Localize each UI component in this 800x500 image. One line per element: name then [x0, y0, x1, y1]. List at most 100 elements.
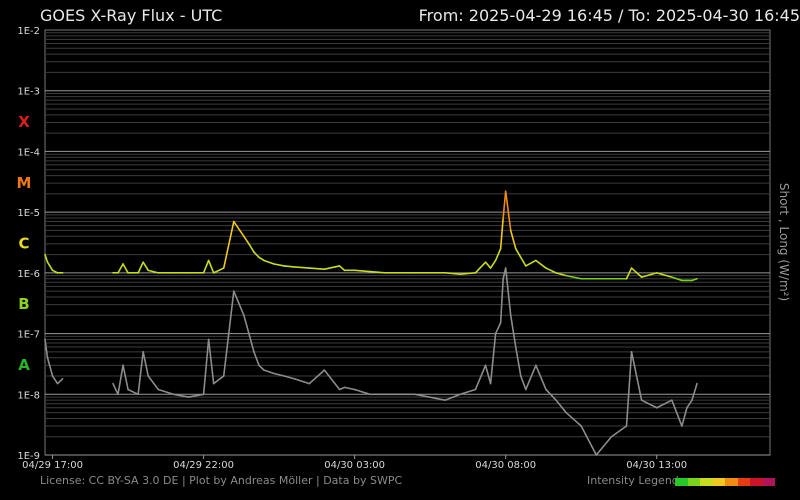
short-series-segment	[509, 314, 517, 348]
long-series-segment	[519, 256, 527, 267]
short-series-segment	[243, 314, 250, 335]
long-series-segment	[509, 229, 517, 250]
short-series-segment	[595, 435, 613, 456]
legend-swatch	[737, 478, 750, 486]
long-series-segment	[535, 259, 547, 269]
long-series-segment	[504, 190, 512, 232]
long-series-segment	[323, 265, 341, 270]
short-series-segment	[253, 351, 260, 367]
short-series-segment	[499, 277, 504, 324]
long-series-segment	[202, 259, 210, 274]
y-tick-label: 1E-7	[17, 330, 40, 341]
short-series-segment	[323, 369, 341, 391]
long-series-segment	[122, 263, 129, 274]
legend-swatch	[687, 478, 700, 486]
short-series-segment	[474, 364, 487, 391]
long-series-segment	[625, 267, 633, 280]
long-series-segment	[137, 261, 144, 274]
long-series-segment	[489, 259, 497, 269]
short-series-segment	[545, 388, 557, 401]
x-tick-label: 04/30 03:00	[324, 460, 385, 470]
long-series-segment	[525, 259, 537, 267]
legend-swatch	[712, 478, 725, 486]
short-series-segment	[681, 406, 688, 427]
short-series-segment	[610, 425, 628, 438]
short-series-segment	[494, 322, 502, 335]
short-series-segment	[233, 290, 245, 317]
short-series-segment	[127, 388, 139, 396]
flare-class-a: A	[18, 356, 30, 374]
y-tick-label: 1E-8	[17, 390, 40, 401]
short-series-segment	[308, 369, 326, 385]
long-series-segment	[484, 261, 492, 269]
x-tick-label: 04/30 08:00	[475, 460, 536, 470]
short-series-segment	[353, 388, 371, 396]
long-series-segment	[640, 272, 658, 278]
intensity-legend-bar	[675, 478, 775, 486]
xray-flux-chart: 1E-21E-31E-41E-51E-61E-71E-81E-9XMCBA04/…	[17, 26, 791, 470]
legend-swatch	[675, 478, 688, 486]
short-series-segment	[46, 356, 54, 377]
short-series-segment	[293, 377, 311, 385]
short-series-segment	[525, 364, 537, 391]
long-series-segment	[283, 265, 296, 268]
short-series-segment	[202, 338, 210, 396]
y-tick-label: 1E-2	[17, 26, 40, 37]
long-series-segment	[273, 263, 285, 267]
long-series-segment	[248, 243, 255, 253]
long-series-segment	[117, 263, 124, 274]
short-series-segment	[258, 364, 265, 371]
long-series-segment	[142, 261, 150, 272]
short-series-segment	[212, 375, 225, 385]
long-series-segment	[338, 265, 346, 272]
long-series-segment	[655, 272, 673, 278]
short-series-segment	[580, 425, 598, 456]
long-series-segment	[308, 267, 326, 270]
flare-class-c: C	[18, 235, 29, 253]
license-text: License: CC BY-SA 3.0 DE | Plot by Andre…	[40, 474, 403, 487]
flare-class-b: B	[18, 295, 29, 313]
long-series-segment	[207, 259, 215, 274]
flare-class-m: M	[17, 174, 32, 192]
legend-swatch	[700, 478, 713, 486]
legend-swatch	[762, 478, 775, 486]
short-series-segment	[535, 364, 547, 391]
short-series-segment	[51, 375, 59, 385]
short-series-segment	[147, 375, 160, 391]
short-series-segment	[112, 382, 119, 396]
short-series-segment	[343, 386, 356, 391]
long-series-segment	[353, 269, 371, 273]
short-series-segment	[157, 388, 175, 396]
x-tick-label: 04/30 13:00	[626, 460, 687, 470]
long-series-segment	[474, 261, 487, 274]
y-tick-label: 1E-4	[17, 147, 40, 158]
flare-class-x: X	[18, 113, 30, 131]
x-tick-label: 04/29 22:00	[173, 460, 234, 470]
y-tick-label: 1E-6	[17, 269, 40, 280]
short-series-segment	[565, 411, 582, 427]
short-series-segment	[117, 364, 124, 396]
x-tick-label: 04/29 17:00	[22, 460, 83, 470]
long-series-segment	[545, 267, 557, 274]
short-series-segment	[691, 382, 698, 401]
short-series-segment	[56, 377, 64, 385]
long-series-segment	[293, 266, 311, 269]
y-axis-label: Short , Long (W/m²)	[777, 183, 791, 301]
legend-swatch	[750, 478, 763, 486]
long-series-segment	[263, 259, 275, 265]
short-series-segment	[484, 364, 492, 385]
long-series-segment	[502, 190, 507, 219]
long-series-segment	[243, 235, 250, 245]
short-series-segment	[142, 351, 150, 377]
short-series-segment	[122, 364, 129, 391]
long-series-segment	[258, 256, 265, 262]
long-series-segment	[233, 220, 245, 238]
long-series-segment	[46, 261, 54, 272]
short-series-segment	[263, 369, 275, 375]
short-series-segment	[338, 386, 346, 391]
intensity-legend-label: Intensity Legend	[587, 474, 679, 487]
short-series-segment	[207, 338, 215, 385]
long-series-segment	[514, 247, 522, 259]
short-series-segment	[459, 388, 477, 396]
short-series-segment	[625, 351, 633, 427]
